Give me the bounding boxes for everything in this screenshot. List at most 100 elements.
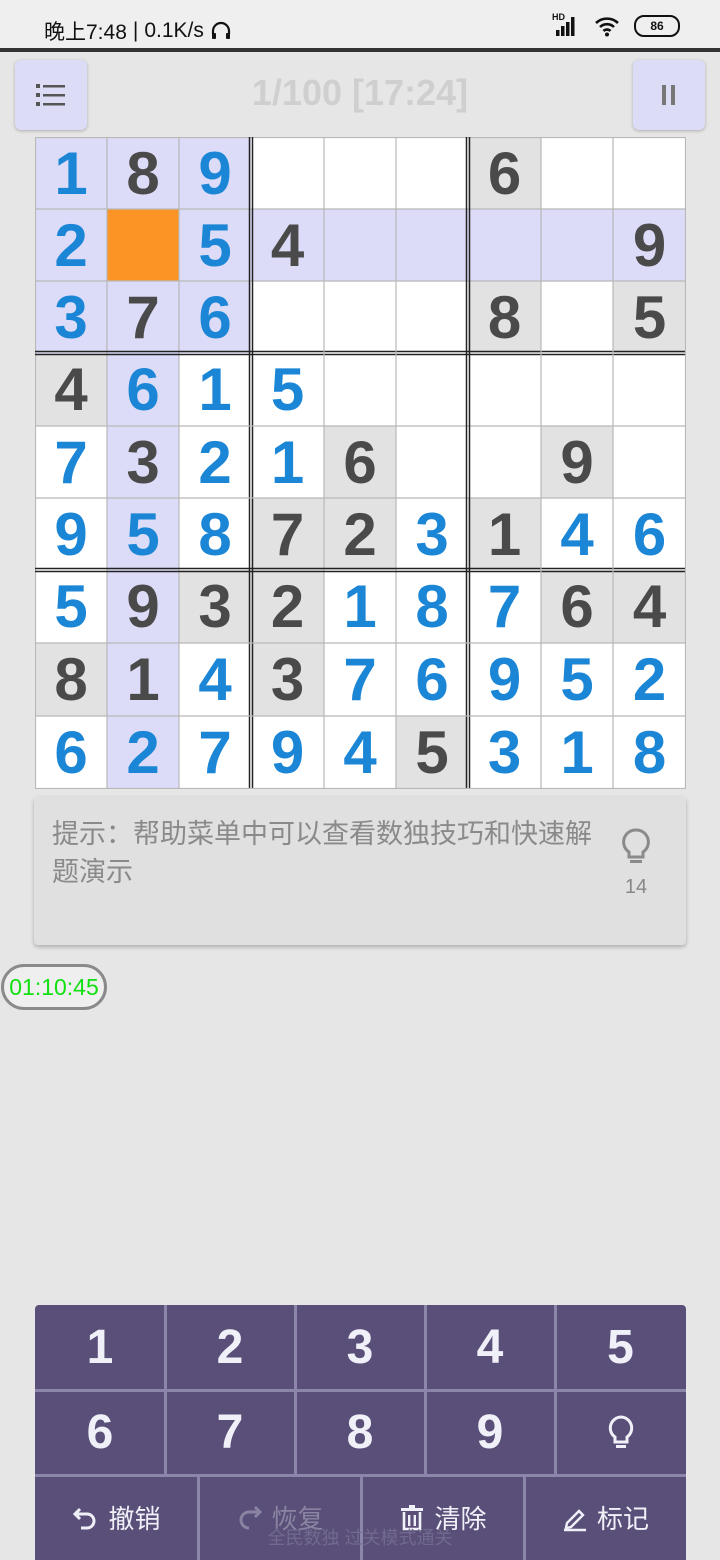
sudoku-cell[interactable] <box>468 209 541 281</box>
sudoku-cell[interactable]: 5 <box>613 281 686 353</box>
sudoku-cell[interactable]: 3 <box>107 426 179 498</box>
keypad-digit-5[interactable]: 5 <box>555 1305 686 1390</box>
sudoku-cell[interactable] <box>613 137 686 209</box>
sudoku-cell[interactable]: 5 <box>251 353 324 426</box>
sudoku-cell[interactable]: 7 <box>107 281 179 353</box>
sudoku-cell[interactable] <box>324 281 396 353</box>
sudoku-cell[interactable] <box>251 137 324 209</box>
sudoku-cell[interactable]: 8 <box>468 281 541 353</box>
sudoku-cell[interactable]: 5 <box>179 209 251 281</box>
sudoku-cell[interactable]: 2 <box>179 426 251 498</box>
keypad-digit-7[interactable]: 7 <box>165 1390 295 1475</box>
sudoku-cell[interactable]: 3 <box>35 281 107 353</box>
sudoku-cell[interactable]: 8 <box>396 570 468 643</box>
sudoku-cell[interactable]: 9 <box>179 137 251 209</box>
sudoku-cell[interactable] <box>251 281 324 353</box>
keypad-digit-label: 7 <box>216 1406 244 1459</box>
keypad-digit-6[interactable]: 6 <box>35 1390 165 1475</box>
sudoku-cell[interactable] <box>541 281 613 353</box>
sudoku-cell[interactable]: 4 <box>251 209 324 281</box>
sudoku-cell[interactable]: 6 <box>107 353 179 426</box>
battery-icon: 86 <box>634 15 680 37</box>
sudoku-cell[interactable]: 9 <box>613 209 686 281</box>
sudoku-cell[interactable]: 9 <box>107 570 179 643</box>
sudoku-cell[interactable] <box>396 137 468 209</box>
sudoku-cell[interactable]: 4 <box>35 353 107 426</box>
sudoku-cell[interactable]: 2 <box>107 716 179 789</box>
sudoku-cell[interactable]: 8 <box>107 137 179 209</box>
sudoku-cell[interactable] <box>541 209 613 281</box>
sudoku-cell[interactable]: 7 <box>179 716 251 789</box>
sudoku-cell[interactable]: 2 <box>324 498 396 570</box>
sudoku-cell[interactable]: 1 <box>179 353 251 426</box>
sudoku-cell[interactable] <box>396 209 468 281</box>
elapsed-timer[interactable]: 01:10:45 <box>1 964 107 1010</box>
sudoku-cell[interactable]: 9 <box>468 643 541 716</box>
sudoku-cell[interactable]: 3 <box>468 716 541 789</box>
sudoku-cell[interactable]: 5 <box>396 716 468 789</box>
hint-button[interactable]: 14 <box>614 827 658 899</box>
sudoku-cell[interactable]: 1 <box>468 498 541 570</box>
sudoku-cell[interactable] <box>324 353 396 426</box>
sudoku-cell[interactable]: 2 <box>35 209 107 281</box>
sudoku-cell[interactable]: 4 <box>613 570 686 643</box>
sudoku-cell[interactable] <box>396 281 468 353</box>
sudoku-cell[interactable]: 3 <box>179 570 251 643</box>
sudoku-cell[interactable]: 5 <box>35 570 107 643</box>
sudoku-cell[interactable] <box>468 426 541 498</box>
keypad-digit-2[interactable]: 2 <box>165 1305 295 1390</box>
sudoku-cell[interactable]: 6 <box>541 570 613 643</box>
sudoku-cell[interactable]: 7 <box>324 643 396 716</box>
sudoku-cell[interactable]: 2 <box>251 570 324 643</box>
sudoku-cell[interactable]: 1 <box>541 716 613 789</box>
sudoku-cell[interactable] <box>541 137 613 209</box>
sudoku-cell[interactable] <box>468 353 541 426</box>
sudoku-cell[interactable]: 4 <box>541 498 613 570</box>
sudoku-cell[interactable] <box>107 209 179 281</box>
sudoku-cell[interactable]: 9 <box>251 716 324 789</box>
sudoku-cell[interactable]: 7 <box>251 498 324 570</box>
sudoku-cell[interactable]: 6 <box>396 643 468 716</box>
sudoku-cell[interactable]: 4 <box>324 716 396 789</box>
sudoku-cell[interactable]: 6 <box>613 498 686 570</box>
sudoku-cell[interactable]: 3 <box>396 498 468 570</box>
keypad-separator <box>554 1305 557 1475</box>
keypad-digit-8[interactable]: 8 <box>295 1390 425 1475</box>
sudoku-cell[interactable]: 5 <box>541 643 613 716</box>
sudoku-cell[interactable] <box>324 209 396 281</box>
keypad-digit-1[interactable]: 1 <box>35 1305 165 1390</box>
sudoku-cell[interactable]: 3 <box>251 643 324 716</box>
sudoku-cell[interactable] <box>324 137 396 209</box>
sudoku-cell[interactable]: 9 <box>541 426 613 498</box>
sudoku-cell[interactable]: 1 <box>35 137 107 209</box>
sudoku-cell[interactable]: 8 <box>613 716 686 789</box>
sudoku-cell[interactable]: 7 <box>468 570 541 643</box>
sudoku-cell[interactable]: 1 <box>107 643 179 716</box>
status-separator: | <box>132 19 139 42</box>
sudoku-cell[interactable]: 7 <box>35 426 107 498</box>
keypad-hint-button[interactable] <box>555 1390 686 1475</box>
sudoku-cell[interactable] <box>396 353 468 426</box>
keypad-digit-9[interactable]: 9 <box>425 1390 555 1475</box>
sudoku-cell[interactable] <box>541 353 613 426</box>
sudoku-cell[interactable] <box>613 426 686 498</box>
sudoku-cell[interactable]: 5 <box>107 498 179 570</box>
sudoku-cell[interactable]: 2 <box>613 643 686 716</box>
sudoku-cell[interactable]: 9 <box>35 498 107 570</box>
keypad-digit-4[interactable]: 4 <box>425 1305 555 1390</box>
sudoku-cell[interactable]: 8 <box>179 498 251 570</box>
keypad-digit-3[interactable]: 3 <box>295 1305 425 1390</box>
sudoku-cell[interactable]: 6 <box>324 426 396 498</box>
keypad-digit-label: 8 <box>346 1406 374 1459</box>
sudoku-cell[interactable] <box>613 353 686 426</box>
sudoku-cell[interactable]: 1 <box>251 426 324 498</box>
sudoku-cell[interactable]: 4 <box>179 643 251 716</box>
sudoku-cell[interactable]: 8 <box>35 643 107 716</box>
sudoku-cell[interactable]: 1 <box>324 570 396 643</box>
sudoku-cell[interactable] <box>396 426 468 498</box>
pause-button[interactable] <box>633 60 705 130</box>
lightbulb-icon <box>608 1414 633 1448</box>
sudoku-cell[interactable]: 6 <box>179 281 251 353</box>
sudoku-cell[interactable]: 6 <box>468 137 541 209</box>
sudoku-cell[interactable]: 6 <box>35 716 107 789</box>
